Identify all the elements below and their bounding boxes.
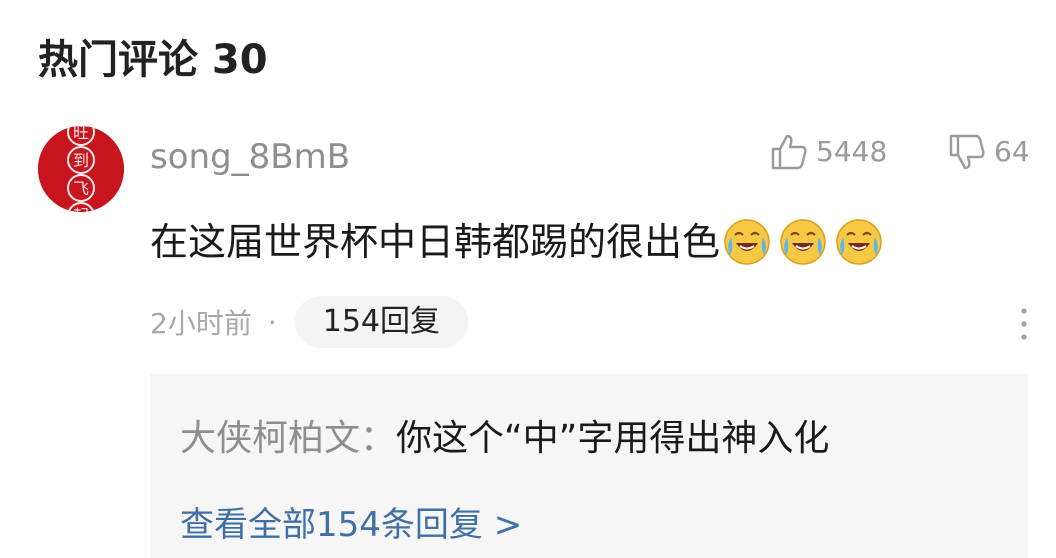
like-button[interactable]: 5448 — [770, 132, 887, 172]
reply-author[interactable]: 大侠柯柏文： — [180, 418, 396, 459]
hot-comments-panel: 热门评论 30 旺 到 飞 起 song_8BmB 5448 64 在这届世界杯… — [0, 0, 1056, 558]
avatar-image: 旺 到 飞 起 — [38, 126, 124, 212]
avatar[interactable]: 旺 到 飞 起 — [38, 126, 124, 212]
comment-text: 在这届世界杯中日韩都踢的很出色 — [150, 220, 721, 264]
comment-username[interactable]: song_8BmB — [150, 132, 350, 182]
reply-preview-box: 大侠柯柏文：你这个“中”字用得出神入化 查看全部154条回复 > — [150, 374, 1028, 558]
thumbs-up-icon — [771, 134, 807, 170]
crying-laugh-emoji — [722, 217, 772, 267]
more-options-icon[interactable] — [1012, 306, 1036, 342]
like-count: 5448 — [816, 135, 888, 168]
dislike-count: 64 — [994, 135, 1030, 168]
reply-item: 大侠柯柏文：你这个“中”字用得出神入化 — [180, 412, 829, 466]
emoji-group — [722, 217, 884, 267]
crying-laugh-emoji — [778, 217, 828, 267]
dislike-button[interactable]: 64 — [948, 132, 1030, 172]
reply-count-button[interactable]: 154回复 — [294, 296, 468, 348]
comment-body: 在这届世界杯中日韩都踢的很出色 — [150, 212, 884, 272]
avatar-char-1: 旺 — [73, 126, 89, 142]
avatar-char-2: 到 — [73, 151, 89, 170]
meta-separator: · — [267, 305, 277, 339]
comment-meta: 2小时前 · 154回复 — [150, 296, 468, 348]
avatar-char-3: 飞 — [73, 179, 89, 198]
section-title: 热门评论 30 — [38, 37, 268, 83]
comment-time: 2小时前 — [150, 307, 252, 340]
avatar-char-4: 起 — [73, 206, 89, 212]
thumbs-down-icon — [949, 134, 985, 170]
crying-laugh-emoji — [834, 217, 884, 267]
reply-text: 你这个“中”字用得出神入化 — [396, 418, 830, 459]
view-all-replies-link[interactable]: 查看全部154条回复 > — [180, 500, 522, 550]
